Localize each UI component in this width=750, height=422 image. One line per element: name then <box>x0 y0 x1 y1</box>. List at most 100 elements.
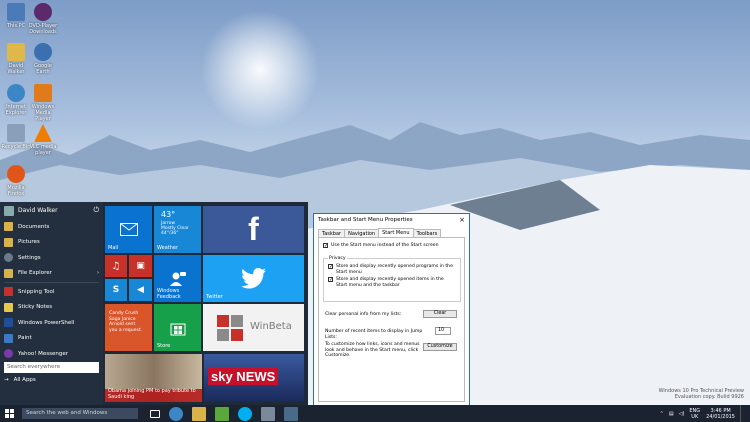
use-start-menu-checkbox[interactable]: ✓ Use the Start menu instead of the Star… <box>323 243 461 249</box>
clear-button[interactable]: Clear <box>423 310 457 318</box>
tile-twitter[interactable]: Twitter <box>203 255 304 302</box>
start-item-file-explorer[interactable]: File Explorer › <box>0 266 103 282</box>
customize-button[interactable]: Customize <box>423 343 457 351</box>
winbeta-logo-icon <box>217 315 243 341</box>
firefox-icon <box>7 165 25 183</box>
sky-news-logo: sky NEWS <box>208 368 279 385</box>
tile-store[interactable]: Store <box>154 304 201 351</box>
tile-facebook[interactable]: f <box>203 206 304 253</box>
folder-icon <box>4 268 13 278</box>
desktop-icon-firefox[interactable]: Mozilla Firefox <box>1 165 31 197</box>
skype-icon[interactable] <box>238 406 252 421</box>
tile-news[interactable]: Obama joining PM to pay tribute to Saudi… <box>105 354 202 402</box>
dvd-player-icon <box>34 3 52 21</box>
start-item-settings[interactable]: Settings <box>0 250 103 266</box>
monitor-icon[interactable] <box>284 406 298 421</box>
store-icon[interactable] <box>215 406 229 421</box>
paint-palette-icon <box>4 333 13 343</box>
taskbar-properties-dialog: Taskbar and Start Menu Properties × Task… <box>313 213 470 408</box>
tile-sky-news[interactable]: sky NEWS <box>204 354 304 402</box>
start-item-powershell[interactable]: Windows PowerShell <box>0 315 103 331</box>
power-icon[interactable]: ⏻ <box>93 206 99 215</box>
tile-weather[interactable]: 43° Jarrow Mostly Clear 44°/36° Weather <box>154 206 201 253</box>
folder-icon <box>7 43 25 61</box>
globe-icon <box>34 43 52 61</box>
dialog-title: Taskbar and Start Menu Properties <box>318 216 413 223</box>
desktop-icon-user-folder[interactable]: David Walker <box>1 43 31 75</box>
powershell-icon <box>4 318 13 328</box>
taskbar: Search the web and Windows ⌃ ▤ ◁) ENG UK… <box>0 405 750 422</box>
start-item-documents[interactable]: Documents <box>0 219 103 235</box>
yahoo-messenger-icon <box>4 349 13 359</box>
user-name: David Walker <box>18 207 58 214</box>
start-item-paint[interactable]: Paint <box>0 331 103 347</box>
start-menu-tab-panel: ✓ Use the Start menu instead of the Star… <box>318 237 465 402</box>
all-apps-button[interactable]: → All Apps <box>4 377 36 383</box>
start-item-snipping-tool[interactable]: Snipping Tool <box>0 284 103 300</box>
recent-items-label: Number of recent items to display in Jum… <box>325 329 423 340</box>
avatar <box>4 205 14 216</box>
headphones-icon: ♫ <box>111 260 121 272</box>
language-indicator[interactable]: ENG UK <box>689 408 700 420</box>
internet-explorer-icon[interactable] <box>169 406 183 421</box>
show-desktop-button[interactable] <box>740 405 746 422</box>
desktop-icon-google-earth[interactable]: Google Earth <box>28 43 58 75</box>
task-view-icon[interactable] <box>150 409 160 418</box>
taskbar-search-input[interactable]: Search the web and Windows <box>22 408 138 419</box>
checkbox[interactable]: ✓ <box>323 243 328 249</box>
windows-logo-icon <box>4 409 14 418</box>
start-item-pictures[interactable]: Pictures <box>0 235 103 251</box>
internet-explorer-icon <box>7 84 25 102</box>
video-icon: ▣ <box>136 261 145 271</box>
customize-description: To customize how links, icons and menus … <box>325 342 420 359</box>
file-explorer-icon[interactable] <box>192 406 206 421</box>
user-account[interactable]: David Walker ⏻ <box>0 202 103 219</box>
pictures-icon <box>4 237 13 247</box>
start-search-input[interactable]: Search everywhere <box>4 362 99 373</box>
desktop-icon-media-player[interactable]: Windows Media Player <box>28 84 58 122</box>
documents-icon <box>4 222 13 232</box>
sticky-note-icon <box>4 302 13 312</box>
tile-feedback-small[interactable]: ◀ <box>129 279 152 301</box>
system-tray: ⌃ ▤ ◁) ENG UK 3:46 PM 24/01/2015 <box>660 405 746 422</box>
desktop-icon-dvd-player[interactable]: DVD-Player Downloads <box>28 3 58 35</box>
arrow-right-icon: → <box>4 377 9 383</box>
tile-candy-crush[interactable]: Candy Crush Saga Janice Arnold sent you … <box>105 304 152 351</box>
gear-icon <box>4 253 13 263</box>
envelope-icon <box>119 223 138 236</box>
desktop-icon-internet-explorer[interactable]: Internet Explorer <box>1 84 31 116</box>
chevron-right-icon[interactable]: › <box>97 270 99 276</box>
volume-icon[interactable]: ◁) <box>679 411 685 417</box>
checkbox[interactable]: ✓ <box>328 277 333 283</box>
store-programs-checkbox[interactable]: ✓ Store and display recently opened prog… <box>328 264 456 275</box>
store-items-checkbox[interactable]: ✓ Store and display recently opened item… <box>328 277 456 288</box>
recent-items-spinner[interactable]: 10 <box>435 327 451 335</box>
tile-windows-feedback[interactable]: Windows Feedback <box>154 255 201 302</box>
tile-skype[interactable]: S <box>105 279 127 301</box>
recycle-bin-icon <box>7 124 25 142</box>
clear-personal-info-label: Clear personal info from my lists: <box>325 312 402 317</box>
start-item-yahoo-messenger[interactable]: Yahoo! Messenger <box>0 346 103 362</box>
desktop-icon-vlc[interactable]: VLC media player <box>28 124 58 156</box>
tile-video[interactable]: ▣ <box>129 255 152 277</box>
network-icon[interactable] <box>261 406 275 421</box>
build-watermark: Windows 10 Pro Technical Preview Evaluat… <box>658 388 744 400</box>
privacy-group: Privacy ✓ Store and display recently ope… <box>323 256 461 302</box>
start-item-sticky-notes[interactable]: Sticky Notes <box>0 300 103 316</box>
computer-icon <box>7 3 25 21</box>
network-tray-icon[interactable]: ▤ <box>669 411 674 417</box>
start-button[interactable] <box>0 405 18 422</box>
chevron-up-icon[interactable]: ⌃ <box>660 411 664 417</box>
start-menu-left-pane: David Walker ⏻ Documents Pictures Settin… <box>0 202 103 405</box>
scissors-icon <box>4 287 13 297</box>
desktop-icon-recycle-bin[interactable]: Recycle Bin <box>1 124 31 150</box>
clock[interactable]: 3:46 PM 24/01/2015 <box>706 408 735 420</box>
tile-music[interactable]: ♫ <box>105 255 127 277</box>
tile-winbeta[interactable]: WinBeta <box>203 304 304 351</box>
tile-mail[interactable]: Mail <box>105 206 152 253</box>
close-icon[interactable]: × <box>459 216 465 224</box>
checkbox[interactable]: ✓ <box>328 264 333 270</box>
start-menu: David Walker ⏻ Documents Pictures Settin… <box>0 202 308 405</box>
desktop-icon-this-pc[interactable]: This PC <box>1 3 31 29</box>
media-player-icon <box>34 84 52 102</box>
